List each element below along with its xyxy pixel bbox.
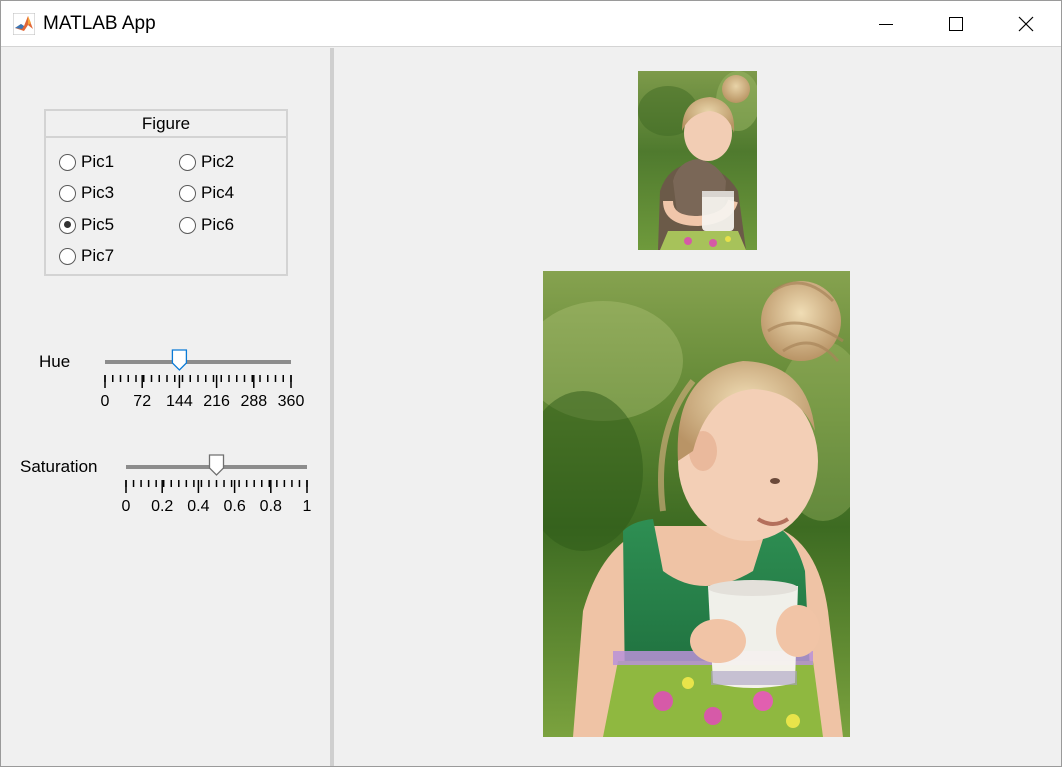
radio-circle-pic5[interactable] bbox=[59, 216, 76, 234]
radio-circle-pic7[interactable] bbox=[59, 247, 76, 265]
radio-circle-pic2[interactable] bbox=[179, 153, 196, 171]
hue-tick-label: 360 bbox=[278, 393, 305, 410]
radio-label-pic7: Pic7 bbox=[81, 246, 115, 265]
radio-label-pic6: Pic6 bbox=[201, 215, 235, 234]
maximize-button[interactable] bbox=[921, 1, 991, 46]
preview-image bbox=[543, 271, 850, 737]
radio-circle-pic6[interactable] bbox=[179, 216, 196, 234]
saturation-thumb[interactable] bbox=[208, 454, 225, 476]
window-title: MATLAB App bbox=[43, 13, 156, 34]
saturation-tick-label: 0 bbox=[122, 498, 131, 515]
radio-pic4[interactable]: Pic4 bbox=[179, 182, 234, 204]
radio-pic1[interactable]: Pic1 bbox=[59, 151, 114, 173]
saturation-tick-label: 0.6 bbox=[223, 498, 245, 515]
radio-circle-pic1[interactable] bbox=[59, 153, 76, 171]
figure-group-title: Figure bbox=[46, 111, 286, 138]
hue-tick-label: 288 bbox=[240, 393, 267, 410]
close-icon bbox=[1018, 16, 1034, 31]
radio-circle-pic3[interactable] bbox=[59, 184, 76, 202]
controls-panel: Figure Pic1 Pic2 Pic3 Pic4 Pic5 Pic6 Pic… bbox=[3, 48, 330, 764]
radio-pic3[interactable]: Pic3 bbox=[59, 182, 114, 204]
app-window: MATLAB App Figure Pic1 Pic2 Pic3 Pic4 Pi… bbox=[0, 0, 1062, 767]
saturation-label: Saturation bbox=[20, 457, 98, 476]
image-panel bbox=[334, 48, 1061, 766]
maximize-icon bbox=[949, 16, 963, 31]
figure-button-group: Figure Pic1 Pic2 Pic3 Pic4 Pic5 Pic6 Pic… bbox=[44, 109, 288, 276]
radio-pic6[interactable]: Pic6 bbox=[179, 214, 234, 236]
saturation-tick-label: 1 bbox=[303, 498, 312, 515]
minimize-button[interactable] bbox=[851, 1, 921, 46]
radio-pic5[interactable]: Pic5 bbox=[59, 214, 114, 236]
saturation-tick-label: 0.8 bbox=[260, 498, 282, 515]
radio-circle-pic4[interactable] bbox=[179, 184, 196, 202]
matlab-logo-icon bbox=[13, 13, 35, 35]
radio-pic2[interactable]: Pic2 bbox=[179, 151, 234, 173]
hue-label: Hue bbox=[39, 352, 71, 371]
hue-tick-label: 0 bbox=[101, 393, 110, 410]
radio-label-pic1: Pic1 bbox=[81, 152, 115, 171]
radio-pic7[interactable]: Pic7 bbox=[59, 245, 114, 267]
hue-tick-label: 144 bbox=[166, 393, 193, 410]
hue-thumb[interactable] bbox=[171, 349, 188, 371]
thumbnail-image bbox=[638, 71, 757, 250]
hue-tick-label: 216 bbox=[203, 393, 230, 410]
minimize-icon bbox=[879, 23, 893, 25]
close-button[interactable] bbox=[991, 1, 1061, 46]
hue-tick-label: 72 bbox=[133, 393, 151, 410]
hue-slider[interactable]: 0 72 144 216 288 360 bbox=[98, 348, 318, 410]
saturation-tick-label: 0.2 bbox=[151, 498, 173, 515]
saturation-slider[interactable]: 0 0.2 0.4 0.6 0.8 1 bbox=[119, 453, 319, 515]
saturation-tick-label: 0.4 bbox=[187, 498, 209, 515]
radio-label-pic2: Pic2 bbox=[201, 152, 235, 171]
radio-label-pic4: Pic4 bbox=[201, 183, 235, 202]
radio-label-pic3: Pic3 bbox=[81, 183, 115, 202]
radio-label-pic5: Pic5 bbox=[81, 215, 115, 234]
title-bar[interactable]: MATLAB App bbox=[1, 1, 1061, 47]
